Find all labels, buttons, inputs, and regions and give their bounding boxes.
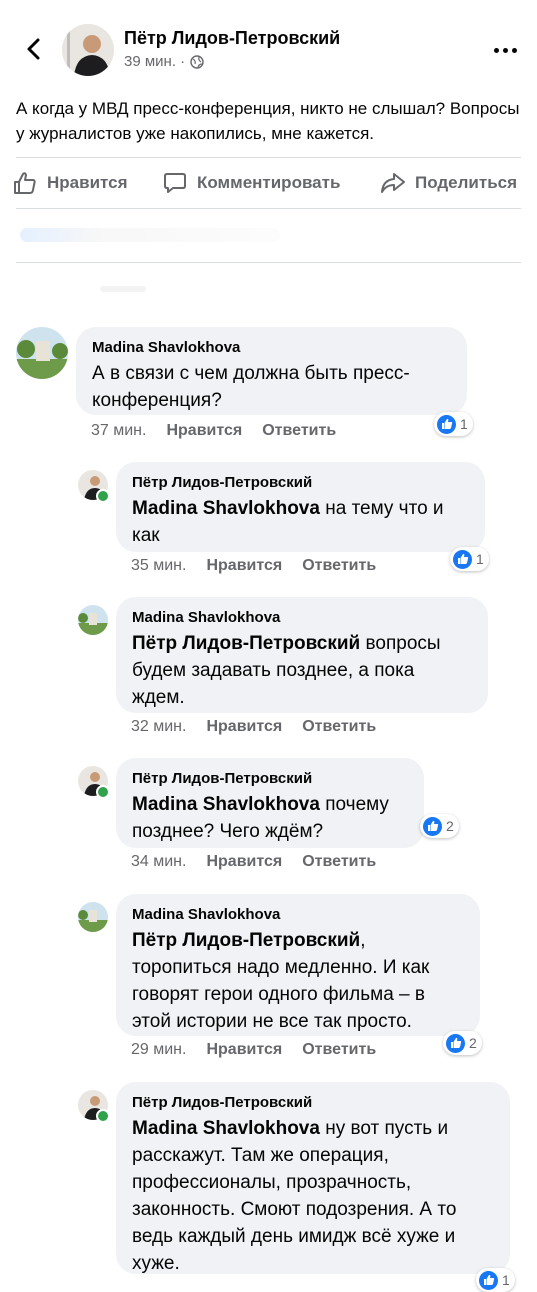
comment-reply-button[interactable]: Ответить <box>302 1041 376 1059</box>
comment-bubble: Пётр Лидов-Петровский Madina Shavlokhova… <box>116 1082 510 1274</box>
reaction-count[interactable]: 1 <box>450 547 489 571</box>
post-actions: Нравится Комментировать Поделиться <box>0 160 537 206</box>
globe-icon <box>190 54 204 69</box>
post-header: Пётр Лидов-Петровский 39 мин. · <box>0 0 537 90</box>
comment-author[interactable]: Madina Shavlokhova <box>132 905 464 925</box>
comment-time: 32 мин. <box>131 718 187 735</box>
comment-like-button[interactable]: Нравится <box>166 422 242 440</box>
comment-text: Пётр Лидов-Петровский, торопиться надо м… <box>132 930 430 1032</box>
post-text: А когда у МВД пресс-конференция, никто н… <box>16 99 520 143</box>
online-indicator <box>96 489 110 503</box>
comment-like-button[interactable]: Нравится <box>206 1041 282 1059</box>
commenter-avatar[interactable] <box>78 902 108 932</box>
comment-text: Madina Shavlokhova ну вот пусть и расска… <box>132 1118 457 1274</box>
chevron-left-icon <box>27 38 40 60</box>
comment-bubble: Пётр Лидов-Петровский Madina Shavlokhova… <box>116 462 485 552</box>
like-reaction-icon <box>437 414 456 434</box>
share-icon <box>381 173 405 193</box>
online-indicator <box>96 785 110 799</box>
comment-text: Madina Shavlokhova на тему что и как <box>132 498 444 546</box>
more-horizontal-icon <box>493 47 499 53</box>
like-reaction-icon <box>446 1033 465 1053</box>
reaction-count[interactable]: 1 <box>476 1268 515 1292</box>
comment-time: 37 мин. <box>91 422 147 439</box>
like-button[interactable]: Нравится <box>12 160 128 206</box>
comment-author[interactable]: Madina Shavlokhova <box>132 608 472 628</box>
mention-tag[interactable]: Пётр Лидов-Петровский <box>132 633 360 654</box>
comment-bubble: Madina Shavlokhova Пётр Лидов-Петровский… <box>116 597 488 713</box>
reaction-count[interactable]: 2 <box>420 814 459 838</box>
mention-tag[interactable]: Madina Shavlokhova <box>132 1118 320 1139</box>
comment-reply-button[interactable]: Ответить <box>302 557 376 575</box>
post-meta: 39 мин. · <box>124 53 204 70</box>
divider <box>16 208 521 209</box>
mention-tag[interactable]: Пётр Лидов-Петровский <box>132 930 360 951</box>
reaction-count[interactable]: 1 <box>434 412 473 436</box>
comment-meta: 29 мин. Нравится Ответить <box>131 1041 376 1059</box>
comment-meta: 32 мин. Нравится Ответить <box>131 718 376 736</box>
comment-author[interactable]: Пётр Лидов-Петровский <box>132 769 408 789</box>
comment-text: Madina Shavlokhova почему позднее? Чего … <box>132 794 389 842</box>
comment-label: Комментировать <box>197 173 341 192</box>
comment-time: 35 мин. <box>131 557 187 574</box>
back-button[interactable] <box>18 34 48 64</box>
comment-button[interactable]: Комментировать <box>162 160 340 206</box>
like-reaction-icon <box>479 1270 498 1290</box>
comment-bubble: Пётр Лидов-Петровский Madina Shavlokhova… <box>116 758 424 848</box>
comment-author[interactable]: Madina Shavlokhova <box>92 338 451 358</box>
divider <box>16 262 521 263</box>
comment-meta: 37 мин. Нравится Ответить <box>91 422 336 440</box>
thumbs-up-icon <box>14 172 36 194</box>
comment-reply-button[interactable]: Ответить <box>262 422 336 440</box>
share-label: Поделиться <box>415 173 518 192</box>
mention-tag[interactable]: Madina Shavlokhova <box>132 498 320 519</box>
comment-time: 29 мин. <box>131 1041 187 1058</box>
comment-time: 34 мин. <box>131 853 187 870</box>
comment-icon <box>164 173 186 193</box>
comment-author[interactable]: Пётр Лидов-Петровский <box>132 1093 494 1113</box>
more-options-button[interactable] <box>490 40 520 60</box>
comment-meta: 34 мин. Нравится Ответить <box>131 853 376 871</box>
comment-text: Пётр Лидов-Петровский вопросы будем зада… <box>132 633 441 708</box>
online-indicator <box>96 1109 110 1123</box>
like-reaction-icon <box>423 816 442 836</box>
comment-reply-button[interactable]: Ответить <box>302 853 376 871</box>
comment-text: А в связи с чем должна быть пресс-конфер… <box>92 363 410 411</box>
comment-bubble: Madina Shavlokhova А в связи с чем должн… <box>76 327 467 415</box>
reaction-count[interactable]: 2 <box>443 1031 482 1055</box>
divider <box>16 157 521 158</box>
comment-like-button[interactable]: Нравится <box>206 718 282 736</box>
author-avatar[interactable] <box>62 24 114 76</box>
share-button[interactable]: Поделиться <box>380 160 517 206</box>
comment-like-button[interactable]: Нравится <box>206 853 282 871</box>
comment-bubble: Madina Shavlokhova Пётр Лидов-Петровский… <box>116 894 480 1036</box>
like-reaction-icon <box>453 549 472 569</box>
like-label: Нравится <box>47 173 128 192</box>
comment-author[interactable]: Пётр Лидов-Петровский <box>132 473 469 493</box>
commenter-avatar[interactable] <box>16 327 68 379</box>
post-time: 39 мин. · <box>124 53 186 70</box>
view-more-comments[interactable] <box>100 286 146 292</box>
reactions-summary[interactable] <box>20 228 280 242</box>
mention-tag[interactable]: Madina Shavlokhova <box>132 794 320 815</box>
comment-like-button[interactable]: Нравится <box>206 557 282 575</box>
comment-meta: 35 мин. Нравится Ответить <box>131 557 376 575</box>
commenter-avatar[interactable] <box>78 605 108 635</box>
author-name[interactable]: Пётр Лидов-Петровский <box>124 28 340 49</box>
comment-reply-button[interactable]: Ответить <box>302 718 376 736</box>
